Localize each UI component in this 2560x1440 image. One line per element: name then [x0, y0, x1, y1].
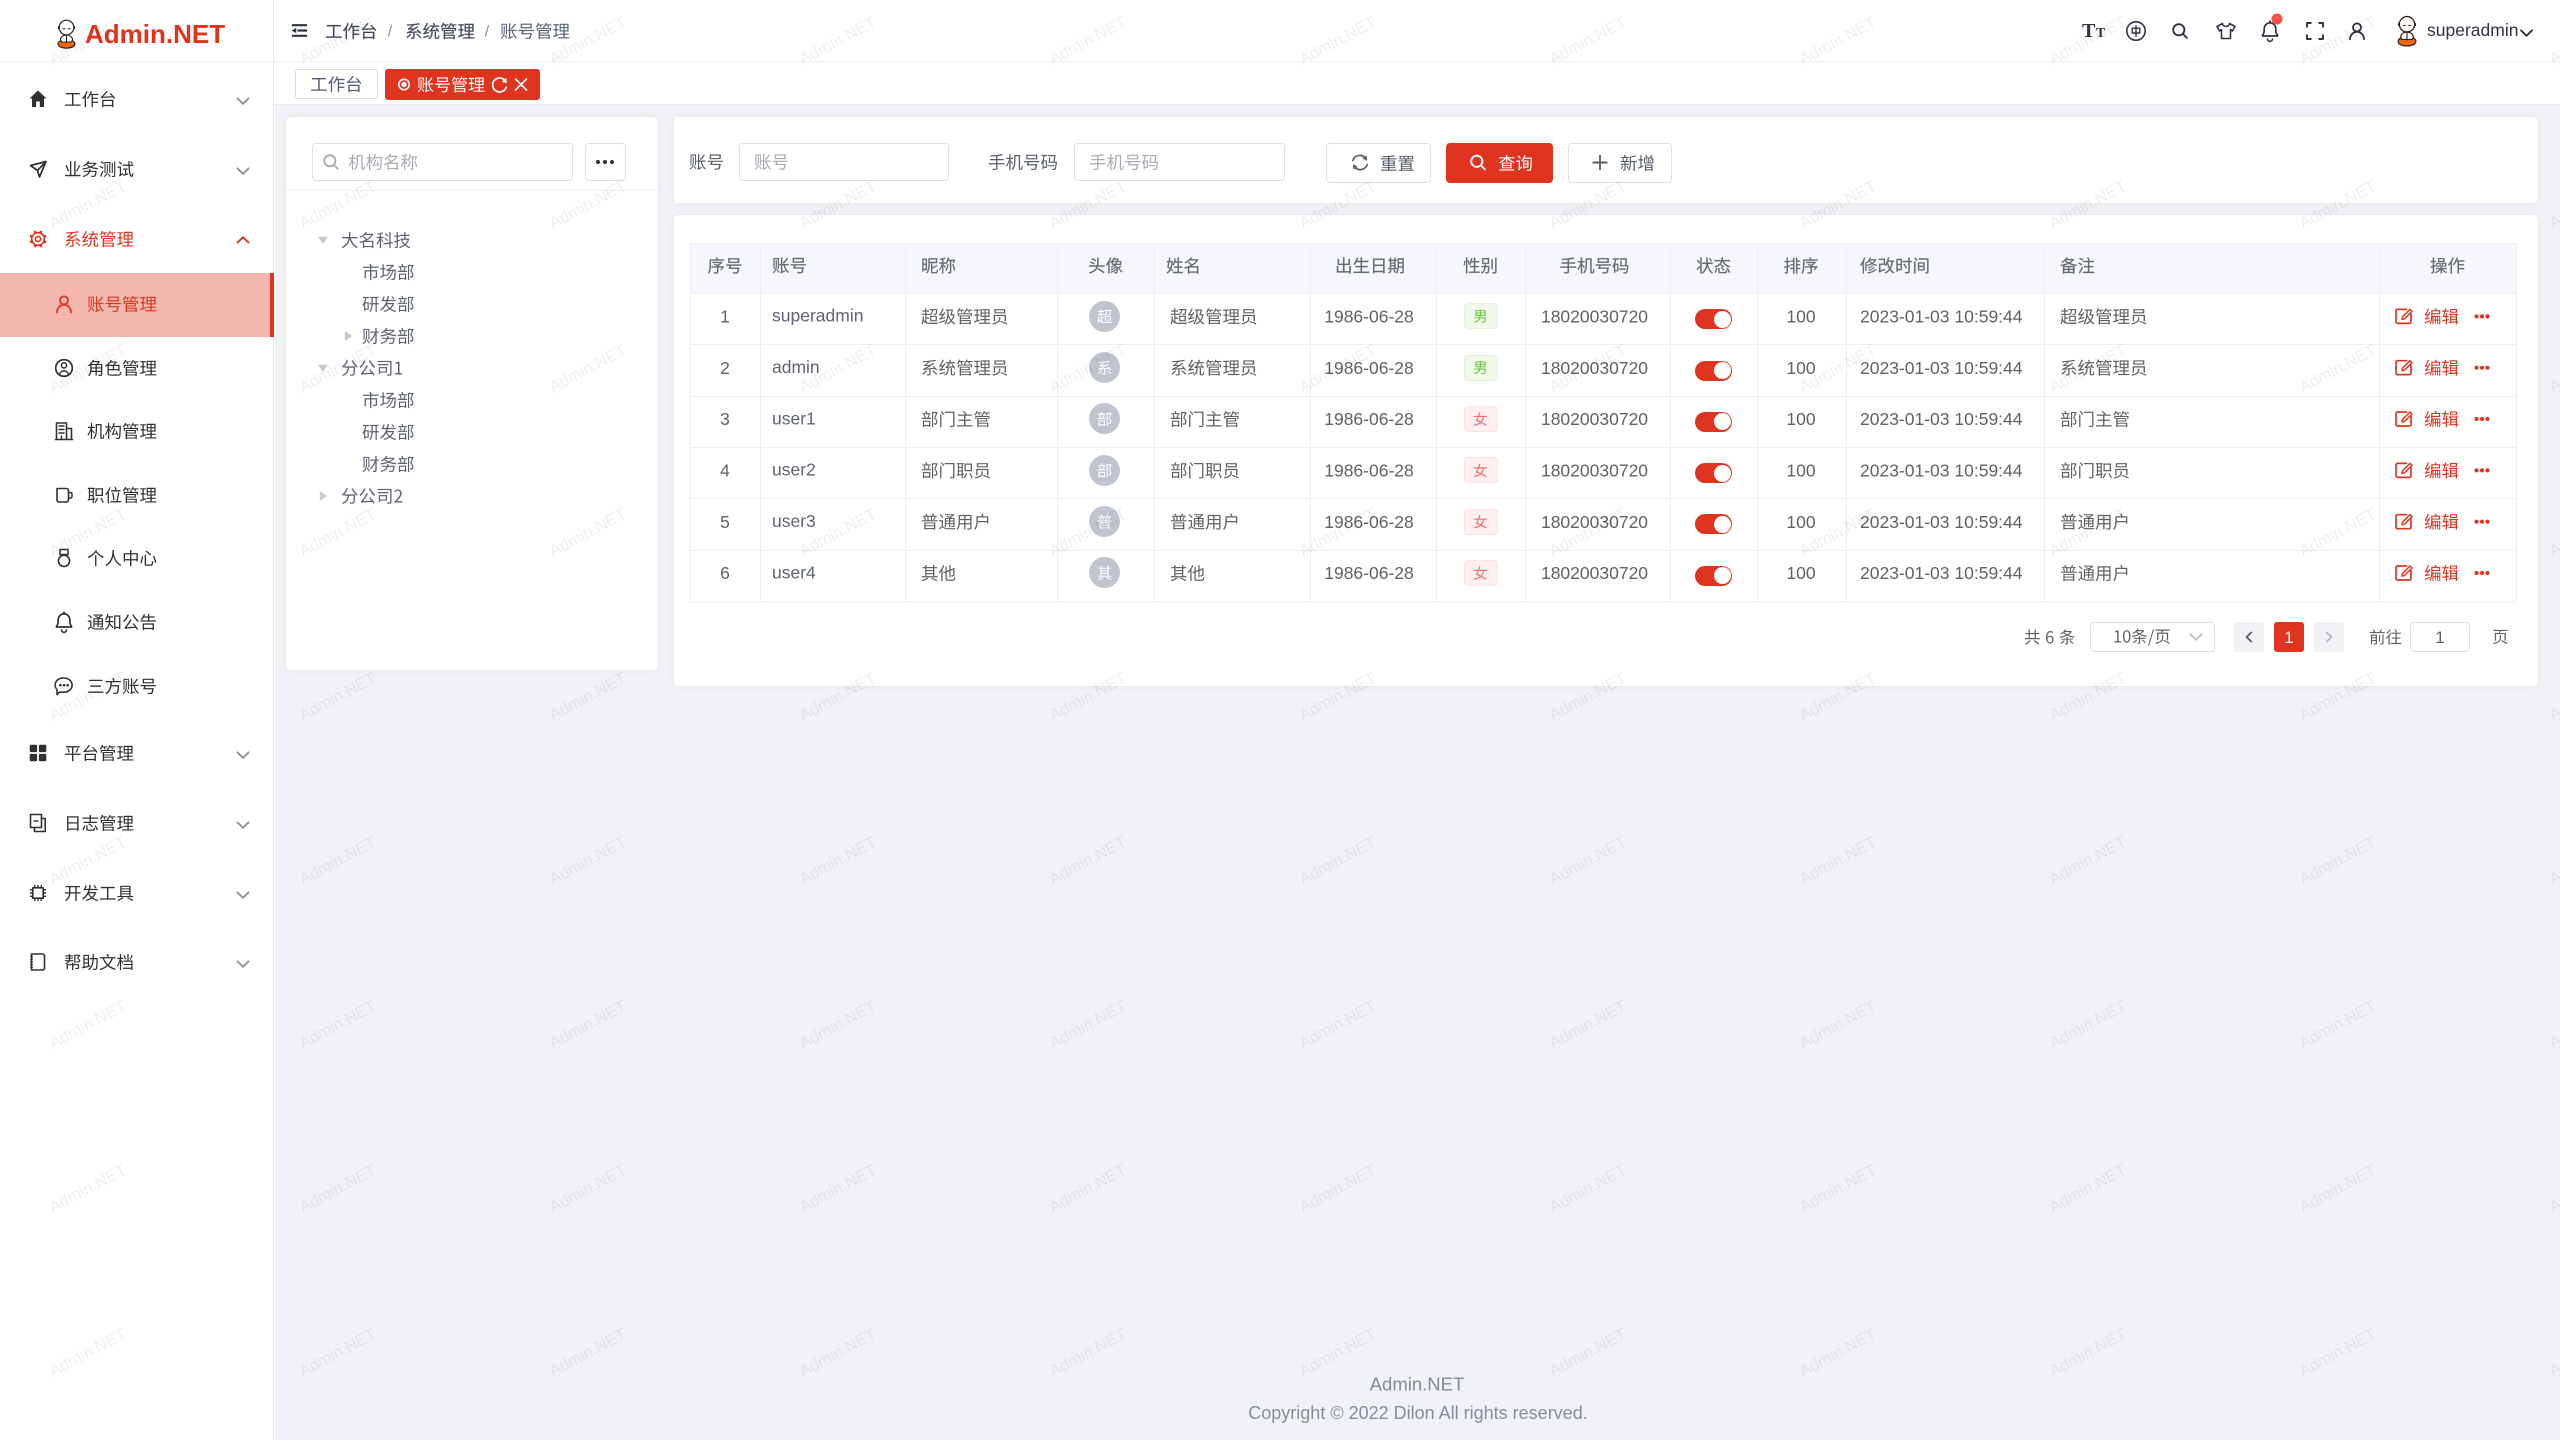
svg-text:1: 1 — [2284, 629, 2293, 647]
svg-text:Copyright © 2022 Dilon All rig: Copyright © 2022 Dilon All rights reserv… — [1248, 1403, 1587, 1423]
svg-text:1: 1 — [2435, 629, 2444, 647]
svg-text:superadmin: superadmin — [2427, 20, 2518, 40]
svg-text:1986-06-28: 1986-06-28 — [1324, 409, 1414, 429]
svg-text:18020030720: 18020030720 — [1541, 409, 1648, 429]
svg-text:3: 3 — [720, 409, 730, 429]
svg-text:2023-01-03 10:59:44: 2023-01-03 10:59:44 — [1860, 512, 2023, 532]
svg-text:18020030720: 18020030720 — [1541, 358, 1648, 378]
svg-text:T: T — [2096, 26, 2106, 41]
svg-text:Admin.NET: Admin.NET — [1370, 1374, 1465, 1395]
svg-text:1986-06-28: 1986-06-28 — [1324, 358, 1414, 378]
svg-text:100: 100 — [1786, 563, 1815, 583]
svg-text:user1: user1 — [772, 408, 816, 428]
svg-text:2023-01-03 10:59:44: 2023-01-03 10:59:44 — [1860, 461, 2023, 481]
svg-text:6: 6 — [720, 563, 730, 583]
svg-text:18020030720: 18020030720 — [1541, 512, 1648, 532]
svg-text:100: 100 — [1786, 512, 1815, 532]
svg-text:2023-01-03 10:59:44: 2023-01-03 10:59:44 — [1860, 409, 2023, 429]
svg-text:4: 4 — [720, 461, 730, 481]
svg-text:admin: admin — [772, 357, 820, 377]
svg-text:18020030720: 18020030720 — [1541, 307, 1648, 327]
svg-text:18020030720: 18020030720 — [1541, 563, 1648, 583]
svg-text:user2: user2 — [772, 460, 816, 480]
svg-text:100: 100 — [1786, 307, 1815, 327]
svg-text:100: 100 — [1786, 461, 1815, 481]
svg-text:2023-01-03 10:59:44: 2023-01-03 10:59:44 — [1860, 563, 2023, 583]
svg-text:2023-01-03 10:59:44: 2023-01-03 10:59:44 — [1860, 307, 2023, 327]
svg-text:superadmin: superadmin — [772, 306, 863, 326]
svg-text:1986-06-28: 1986-06-28 — [1324, 461, 1414, 481]
svg-text:1986-06-28: 1986-06-28 — [1324, 512, 1414, 532]
svg-text:5: 5 — [720, 512, 730, 532]
svg-text:1986-06-28: 1986-06-28 — [1324, 563, 1414, 583]
svg-text:18020030720: 18020030720 — [1541, 461, 1648, 481]
svg-text:user3: user3 — [772, 511, 816, 531]
svg-text:user4: user4 — [772, 562, 816, 582]
svg-text:/: / — [388, 24, 393, 41]
svg-text:T: T — [2082, 20, 2096, 42]
svg-text:2: 2 — [720, 358, 730, 378]
svg-text:2023-01-03 10:59:44: 2023-01-03 10:59:44 — [1860, 358, 2023, 378]
svg-text:1: 1 — [720, 307, 730, 327]
svg-text:100: 100 — [1786, 409, 1815, 429]
svg-text:100: 100 — [1786, 358, 1815, 378]
svg-text:Admin.NET: Admin.NET — [85, 19, 225, 49]
svg-text:/: / — [485, 24, 490, 41]
svg-text:1986-06-28: 1986-06-28 — [1324, 307, 1414, 327]
